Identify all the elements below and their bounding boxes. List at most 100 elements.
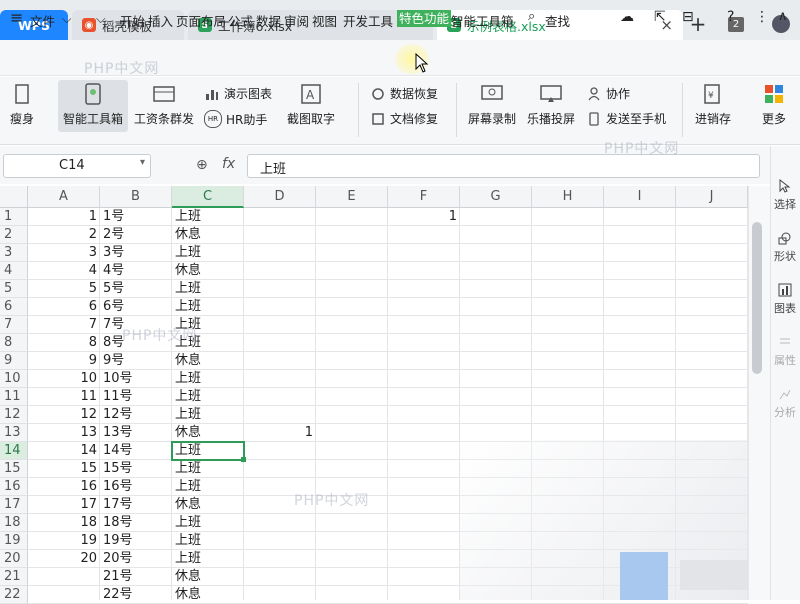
row-header[interactable]: 14 [0, 442, 28, 460]
cell-c[interactable]: 上班 [172, 244, 244, 262]
cell-d[interactable] [244, 586, 316, 604]
column-header[interactable]: D [244, 186, 316, 208]
cell-f[interactable] [388, 280, 460, 298]
cell-c[interactable]: 休息 [172, 496, 244, 514]
cell-d[interactable] [244, 208, 316, 226]
cell-a[interactable]: 2 [28, 226, 100, 244]
cell-c[interactable]: 上班 [172, 370, 244, 388]
cell-b[interactable]: 19号 [100, 532, 172, 550]
cell-f[interactable] [388, 550, 460, 568]
cell-b[interactable]: 15号 [100, 460, 172, 478]
column-header[interactable]: C [172, 186, 244, 208]
cell-d[interactable] [244, 280, 316, 298]
hr-assistant-button[interactable]: HR HR助手 [204, 110, 267, 128]
formula-input[interactable]: 上班 [247, 154, 760, 178]
cell-a[interactable]: 18 [28, 514, 100, 532]
cell-a[interactable]: 16 [28, 478, 100, 496]
cell-b[interactable]: 4号 [100, 262, 172, 280]
row-header[interactable]: 15 [0, 460, 28, 478]
pane-select-button[interactable]: 选择 [770, 178, 800, 212]
cell-a[interactable]: 6 [28, 298, 100, 316]
chevron-down-icon[interactable]: ▾ [140, 157, 145, 168]
menu-file[interactable]: 文件 [30, 11, 55, 30]
cell-d[interactable] [244, 568, 316, 586]
smart-toolbox-button[interactable]: 智能工具箱 [58, 80, 128, 132]
cell-c[interactable]: 休息 [172, 352, 244, 370]
cell-c[interactable]: 休息 [172, 262, 244, 280]
column-header[interactable]: G [460, 186, 532, 208]
menu-home[interactable]: 开始 [120, 11, 145, 30]
cell-b[interactable]: 14号 [100, 442, 172, 460]
cell-a[interactable]: 10 [28, 370, 100, 388]
cell-b[interactable]: 20号 [100, 550, 172, 568]
row-header[interactable]: 12 [0, 406, 28, 424]
slim-file-button[interactable]: 瘦身 [4, 82, 40, 127]
cell-f[interactable] [388, 460, 460, 478]
cell-a[interactable]: 1 [28, 208, 100, 226]
scrollbar-thumb[interactable] [752, 222, 762, 374]
name-box[interactable]: C14 ▾ [3, 154, 151, 178]
cell-a[interactable]: 12 [28, 406, 100, 424]
screen-record-button[interactable]: 屏幕录制 [466, 82, 518, 127]
data-recovery-button[interactable]: 数据恢复 [370, 85, 438, 102]
column-header[interactable]: H [532, 186, 604, 208]
cell-a[interactable]: 8 [28, 334, 100, 352]
cell-c[interactable]: 上班 [172, 460, 244, 478]
cell-a[interactable] [28, 586, 100, 604]
cell-f[interactable] [388, 442, 460, 460]
row-header[interactable]: 6 [0, 298, 28, 316]
cell-a[interactable]: 14 [28, 442, 100, 460]
row-header[interactable]: 3 [0, 244, 28, 262]
cell-b[interactable]: 16号 [100, 478, 172, 496]
cell-f[interactable] [388, 586, 460, 604]
cell-d[interactable] [244, 316, 316, 334]
cell-a[interactable]: 5 [28, 280, 100, 298]
row-header[interactable]: 20 [0, 550, 28, 568]
row-header[interactable]: 21 [0, 568, 28, 586]
cell-c[interactable]: 休息 [172, 226, 244, 244]
menu-data[interactable]: 数据 [256, 11, 281, 30]
collapse-ribbon-icon[interactable]: ∧ [778, 9, 788, 24]
row-header[interactable]: 16 [0, 478, 28, 496]
inventory-button[interactable]: ¥ 进销存 [692, 82, 734, 127]
redo-arrow-icon[interactable]: ⌵ [96, 11, 105, 27]
demo-chart-button[interactable]: 演示图表 [204, 85, 272, 102]
column-header[interactable]: I [604, 186, 676, 208]
cell-f[interactable] [388, 244, 460, 262]
cell-f[interactable] [388, 334, 460, 352]
zoom-search-icon[interactable]: ⊕ [196, 157, 208, 173]
help-icon[interactable]: ? [727, 9, 734, 25]
cell-b[interactable]: 11号 [100, 388, 172, 406]
cell-f[interactable] [388, 514, 460, 532]
cell-d[interactable]: 1 [244, 424, 316, 442]
cell-f[interactable] [388, 388, 460, 406]
cell-f[interactable] [388, 226, 460, 244]
search-icon[interactable]: ⌕ [528, 9, 535, 24]
row-header[interactable]: 22 [0, 586, 28, 604]
cell-f[interactable] [388, 496, 460, 514]
cell-b[interactable]: 13号 [100, 424, 172, 442]
cell-d[interactable] [244, 298, 316, 316]
cast-screen-button[interactable]: 乐播投屏 [525, 82, 577, 127]
doc-repair-button[interactable]: 文档修复 [370, 110, 438, 127]
fill-handle[interactable] [241, 457, 246, 462]
cell-d[interactable] [244, 370, 316, 388]
cell-c[interactable]: 上班 [172, 478, 244, 496]
cell-c[interactable]: 上班 [172, 280, 244, 298]
cell-c[interactable]: 休息 [172, 568, 244, 586]
cell-b[interactable]: 5号 [100, 280, 172, 298]
cell-c[interactable]: 上班 [172, 298, 244, 316]
row-header[interactable]: 8 [0, 334, 28, 352]
select-all-corner[interactable] [0, 186, 28, 208]
column-header[interactable]: E [316, 186, 388, 208]
cell-b[interactable]: 18号 [100, 514, 172, 532]
cell-c[interactable]: 上班 [172, 550, 244, 568]
menu-review[interactable]: 审阅 [284, 11, 309, 30]
menu-smart-toolbox[interactable]: 智能工具箱 [451, 11, 514, 30]
cell-b[interactable]: 17号 [100, 496, 172, 514]
salary-slip-button[interactable]: 工资条群发 [132, 82, 196, 127]
cell-c[interactable]: 上班 [172, 514, 244, 532]
cell-b[interactable]: 10号 [100, 370, 172, 388]
cell-a[interactable]: 17 [28, 496, 100, 514]
cell-a[interactable]: 11 [28, 388, 100, 406]
